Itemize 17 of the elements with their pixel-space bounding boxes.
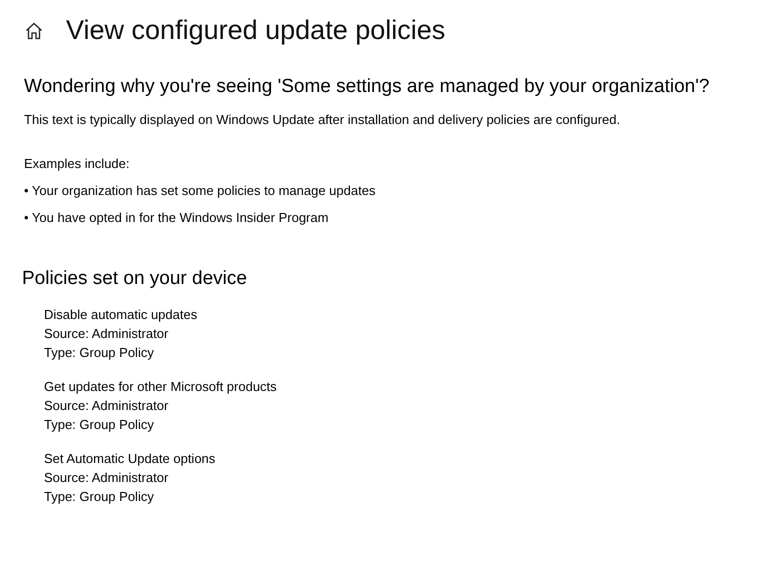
- example-item: • Your organization has set some policies to manage updates: [24, 182, 376, 200]
- section-heading: Policies set on your device: [22, 267, 248, 291]
- examples-label: Examples include:: [24, 155, 130, 173]
- description-text: This text is typically displayed on Windows Update after installation and delivery policies are configured.: [24, 111, 622, 129]
- policy-type: Type: Group Policy: [44, 416, 155, 434]
- policy-name: Get updates for other Microsoft products: [44, 378, 278, 396]
- example-item: • You have opted in for the Windows Insider Program: [24, 209, 330, 227]
- section-heading: Wondering why you're seeing 'Some settings are managed by your organization'?: [24, 75, 710, 99]
- policy-source: Source: Administrator: [44, 469, 170, 487]
- policy-name: Set Automatic Update options: [44, 450, 216, 468]
- policy-type: Type: Group Policy: [44, 344, 155, 362]
- page-title: View configured update policies: [66, 14, 446, 47]
- policy-source: Source: Administrator: [44, 397, 170, 415]
- policy-source: Source: Administrator: [44, 325, 170, 343]
- policy-type: Type: Group Policy: [44, 488, 155, 506]
- home-icon[interactable]: [25, 22, 43, 40]
- policy-name: Disable automatic updates: [44, 306, 198, 324]
